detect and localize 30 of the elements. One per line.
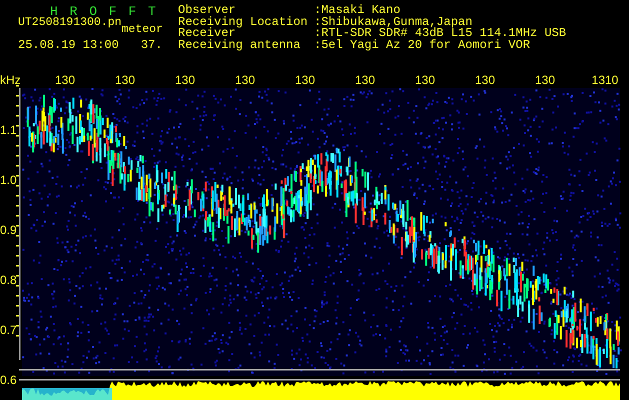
info-value: :5el Yagi Az 20 for Aomori VOR xyxy=(314,38,532,50)
y-axis-label: 0.8 xyxy=(0,273,17,287)
x-axis-label: 130 xyxy=(354,73,376,87)
y-axis-label: 0.9 xyxy=(0,223,17,237)
app-title: H R O F F T xyxy=(50,5,157,17)
x-axis-label: 130 xyxy=(234,73,256,87)
count-value: 37. xyxy=(140,39,162,51)
timestamp: 25.08.19 13:00 xyxy=(18,39,119,51)
x-axis-label: 1310 xyxy=(592,73,618,87)
x-axis-label: 130 xyxy=(114,73,136,87)
info-value: :RTL-SDR SDR# 43dB L15 114.1MHz USB xyxy=(314,27,566,38)
info-label: Observer xyxy=(178,4,236,16)
y-axis-label: 0.7 xyxy=(0,323,17,337)
x-axis-label: 130 xyxy=(414,73,436,87)
y-unit-label: kHz xyxy=(0,73,21,87)
x-axis-label: 130 xyxy=(294,73,316,87)
info-value: :Shibukawa,Gunma,Japan xyxy=(314,16,474,27)
x-axis-label: 130 xyxy=(174,73,196,87)
event-tag: meteor xyxy=(122,24,163,36)
y-axis-label: 1.1 xyxy=(0,123,17,137)
x-axis-label: 130 xyxy=(54,73,76,87)
info-label: Receiving Location xyxy=(178,16,309,27)
info-label: Receiver xyxy=(178,27,236,38)
info-label: Receiving antenna xyxy=(178,38,302,50)
y-axis-label: 1.0 xyxy=(0,173,17,187)
file-name: UT2508191300.pn xyxy=(18,17,122,29)
info-value: :Masaki Kano xyxy=(314,4,400,16)
x-axis-label: 130 xyxy=(534,73,556,87)
y-axis-label: 0.6 xyxy=(0,373,17,387)
x-axis-label: 130 xyxy=(474,73,496,87)
